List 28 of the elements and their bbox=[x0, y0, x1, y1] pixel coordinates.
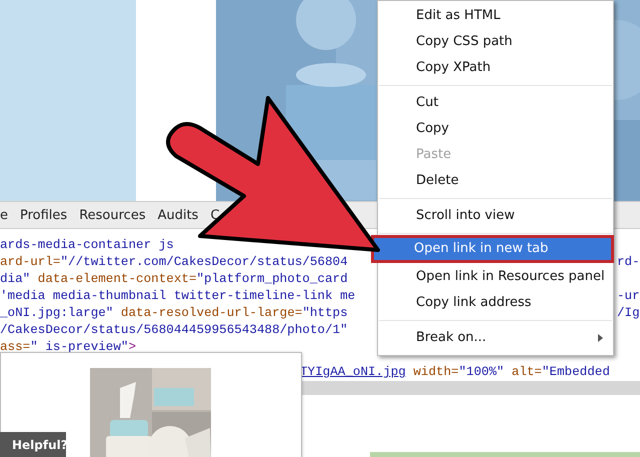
menu-item[interactable]: Open link in Resources panel bbox=[378, 264, 613, 290]
menu-item[interactable]: Scroll into view bbox=[378, 203, 613, 229]
code-line: ard-url="//twitter.com/CakesDecor/status/56804 bbox=[0, 255, 348, 269]
menu-item[interactable]: Copy bbox=[378, 116, 613, 142]
devtools-tab[interactable]: e bbox=[0, 208, 8, 222]
menu-item[interactable]: Break on... bbox=[378, 325, 613, 351]
menu-item[interactable]: Open link in new tab bbox=[374, 238, 611, 260]
code-line: rd- bbox=[617, 254, 640, 271]
devtools-tab[interactable]: Audits bbox=[158, 208, 198, 222]
menu-item[interactable]: Edit as HTML bbox=[378, 3, 613, 29]
code-line: /Ig bbox=[617, 305, 640, 322]
code-line: TYIgAA_oNI.jpg width="100%" alt="Embedded bbox=[300, 365, 610, 379]
menu-item[interactable]: Cut bbox=[378, 90, 613, 116]
code-line: _oNI.jpg:large" data-resolved-url-large="https bbox=[0, 306, 348, 320]
menu-item[interactable]: Copy CSS path bbox=[378, 29, 613, 55]
devtools-tab[interactable]: Resources bbox=[79, 208, 146, 222]
code-line: dia" data-element-context="platform_photo_card bbox=[0, 272, 348, 286]
helpful-button[interactable]: Helpful? bbox=[0, 432, 66, 457]
code-line: -ur bbox=[617, 288, 640, 305]
menu-item[interactable]: Copy link address bbox=[378, 290, 613, 316]
menu-item[interactable]: Delete bbox=[378, 168, 613, 194]
menu-item[interactable]: Copy XPath bbox=[378, 55, 613, 81]
devtools-tab[interactable]: Profiles bbox=[20, 208, 68, 222]
code-line: 'media media-thumbnail twitter-timeline-link me bbox=[0, 289, 356, 303]
code-line: ards-media-container js bbox=[0, 238, 174, 252]
submenu-arrow-icon bbox=[598, 334, 603, 342]
code-line: /CakesDecor/status/568044459956543488/photo/1" bbox=[0, 323, 348, 337]
code-line: ass=" is-preview"> bbox=[0, 340, 136, 354]
